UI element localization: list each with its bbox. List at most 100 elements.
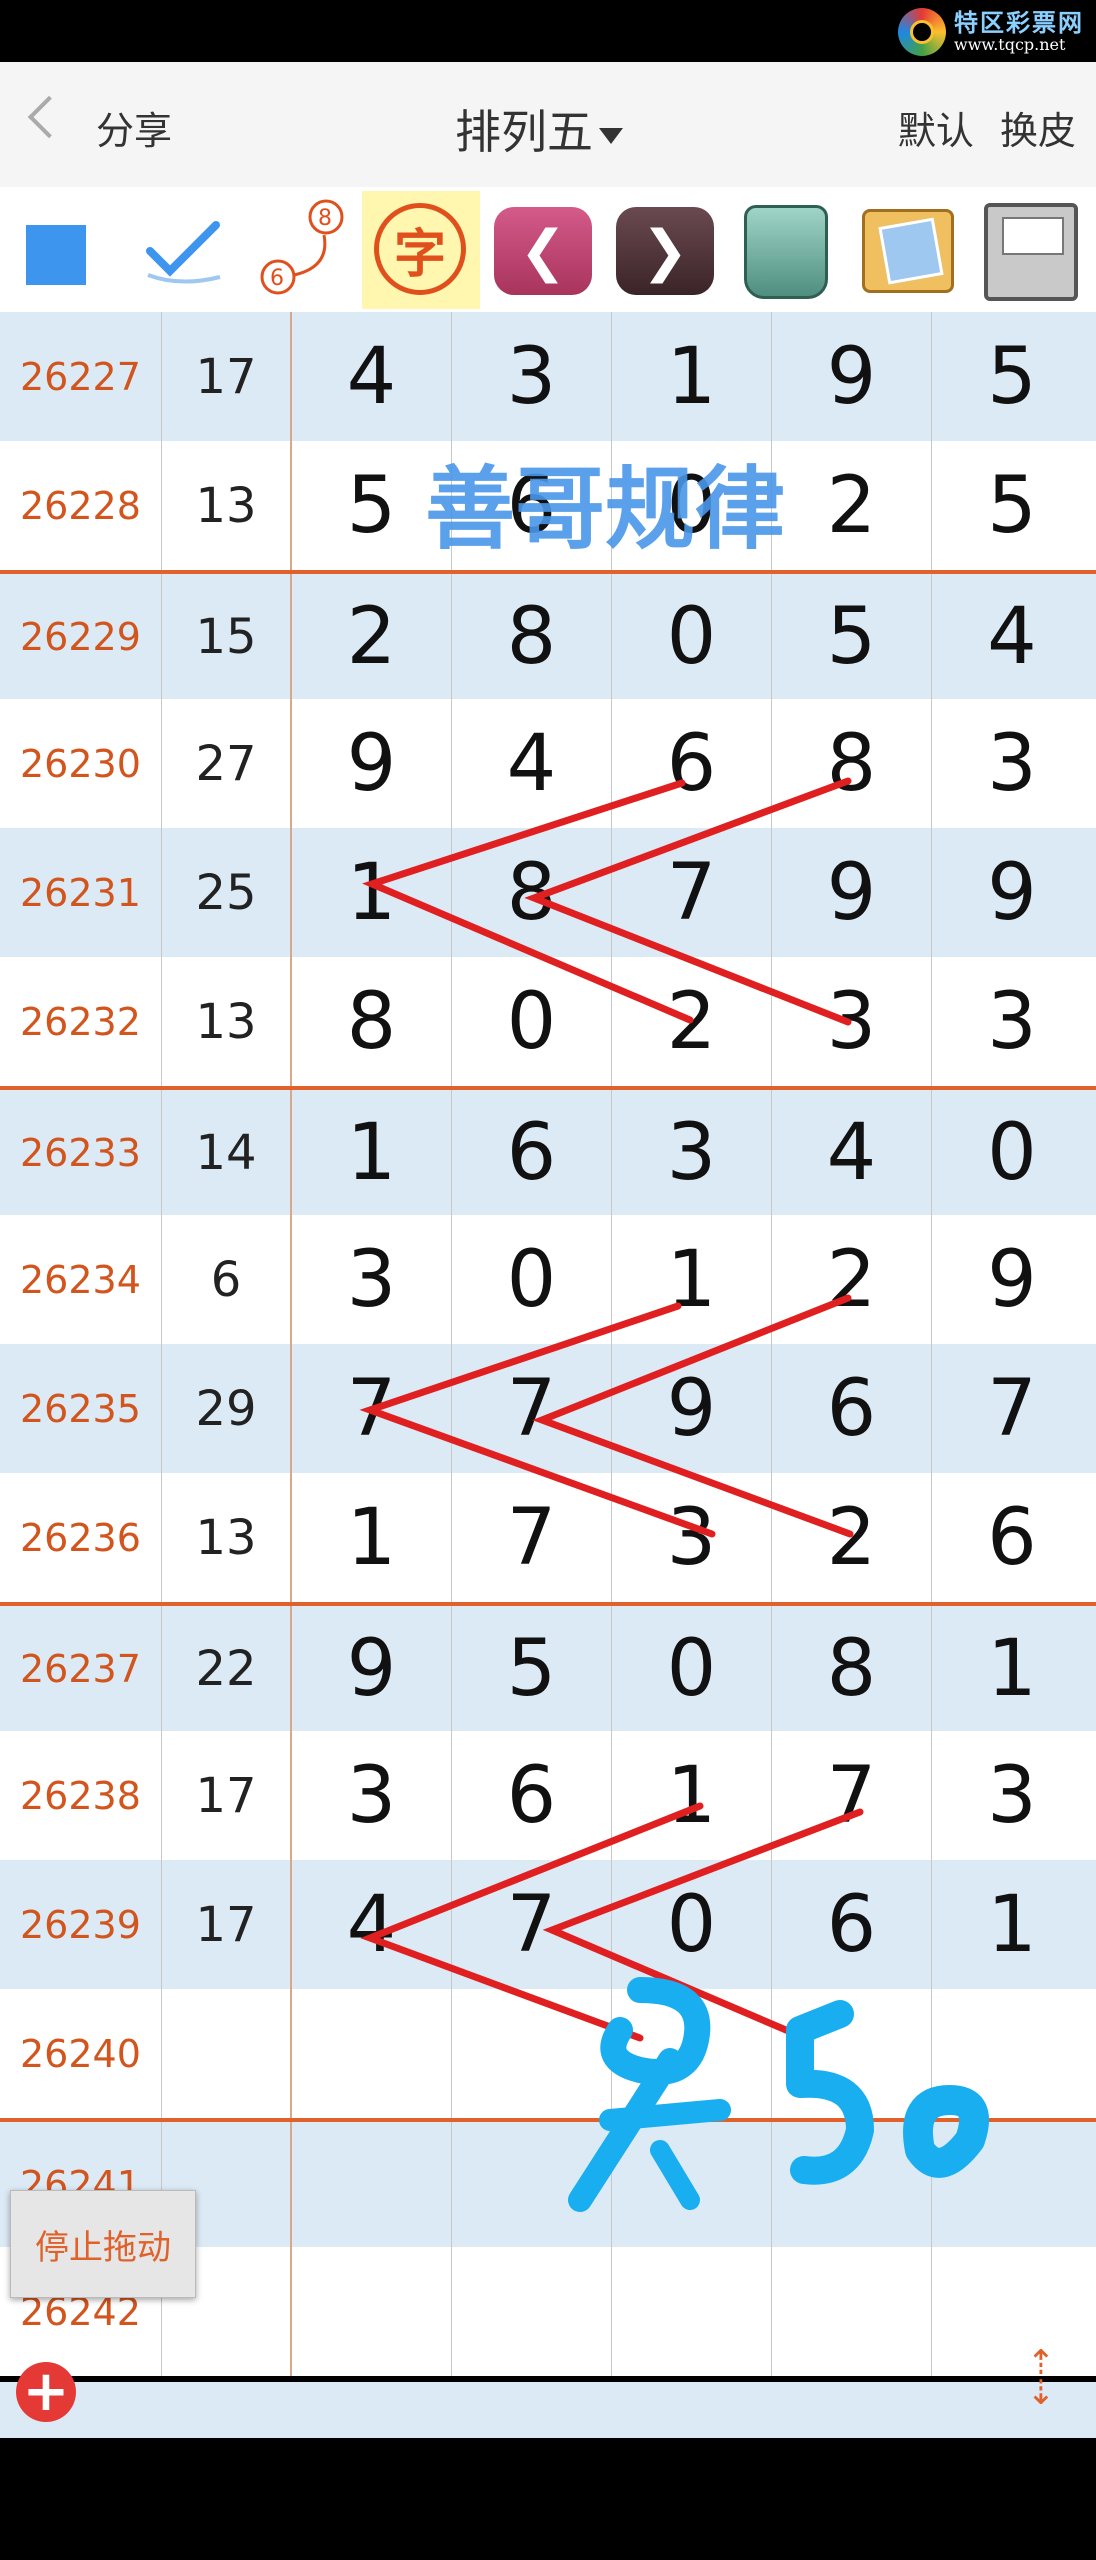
digit-cell[interactable]: 2 — [772, 441, 932, 570]
digit-cell[interactable] — [772, 2122, 932, 2247]
digit-cell[interactable]: 5 — [932, 441, 1092, 570]
digit-cell[interactable] — [772, 1989, 932, 2118]
digit-cell[interactable]: 2 — [772, 1215, 932, 1344]
skin-button[interactable]: 换皮 — [1000, 109, 1076, 153]
digit-cell[interactable]: 0 — [612, 1606, 772, 1731]
digit-cell[interactable]: 9 — [772, 828, 932, 957]
gallery-button[interactable] — [848, 191, 966, 309]
add-plus-icon[interactable]: + — [16, 2362, 76, 2422]
digit-cell[interactable]: 1 — [292, 828, 452, 957]
digit-cell[interactable]: 1 — [932, 1606, 1092, 1731]
table-row: 26232 13 8 0 2 3 3 — [0, 957, 1096, 1086]
sum-cell: 17 — [162, 1860, 292, 1989]
digit-cell[interactable]: 3 — [452, 312, 612, 441]
digit-cell[interactable]: 0 — [612, 441, 772, 570]
digit-cell[interactable]: 4 — [452, 699, 612, 828]
digit-cell[interactable]: 9 — [932, 1215, 1092, 1344]
redo-button[interactable]: ❯ — [606, 191, 724, 309]
digit-cell[interactable] — [612, 1989, 772, 2118]
digit-cell[interactable] — [932, 2122, 1092, 2247]
digit-cell[interactable]: 7 — [452, 1473, 612, 1602]
digit-cell[interactable]: 7 — [612, 828, 772, 957]
digit-cell[interactable]: 8 — [452, 574, 612, 699]
digit-cell[interactable]: 5 — [292, 441, 452, 570]
digit-cell[interactable] — [932, 1989, 1092, 2118]
digit-cell[interactable]: 4 — [292, 312, 452, 441]
digit-cell[interactable] — [612, 2247, 772, 2376]
digit-cell[interactable]: 9 — [292, 1606, 452, 1731]
digit-cell[interactable] — [452, 2247, 612, 2376]
digit-cell[interactable]: 6 — [452, 1731, 612, 1860]
digit-cell[interactable] — [612, 2122, 772, 2247]
digit-cell[interactable]: 6 — [772, 1344, 932, 1473]
digit-cell[interactable]: 6 — [772, 1860, 932, 1989]
text-tool[interactable]: 字 — [362, 191, 480, 309]
pen-tool[interactable] — [120, 191, 238, 309]
connect-tool[interactable]: 8 6 — [240, 191, 358, 309]
clear-button[interactable] — [726, 191, 844, 309]
digit-cell[interactable]: 6 — [932, 1473, 1092, 1602]
digit-cell[interactable]: 6 — [452, 1090, 612, 1215]
digit-cell[interactable]: 7 — [452, 1344, 612, 1473]
digit-cell[interactable]: 9 — [932, 828, 1092, 957]
digit-cell[interactable]: 7 — [772, 1731, 932, 1860]
digit-cell[interactable]: 2 — [772, 1473, 932, 1602]
digit-cell[interactable]: 1 — [292, 1473, 452, 1602]
digit-cell[interactable]: 2 — [292, 574, 452, 699]
digit-cell[interactable]: 3 — [932, 957, 1092, 1086]
undo-button[interactable]: ❮ — [484, 191, 602, 309]
default-button[interactable]: 默认 — [898, 109, 974, 153]
digit-cell[interactable] — [292, 1989, 452, 2118]
digit-cell[interactable] — [772, 2247, 932, 2376]
logo-url: www.tqcp.net — [954, 35, 1066, 55]
digit-cell[interactable] — [452, 2122, 612, 2247]
digit-cell[interactable]: 4 — [292, 1860, 452, 1989]
digit-cell[interactable]: 1 — [932, 1860, 1092, 1989]
digit-cell[interactable]: 3 — [292, 1215, 452, 1344]
digit-cell[interactable]: 7 — [292, 1344, 452, 1473]
save-button[interactable] — [970, 191, 1088, 309]
digit-cell[interactable]: 3 — [932, 699, 1092, 828]
digit-cell[interactable]: 1 — [292, 1090, 452, 1215]
digit-cell[interactable]: 5 — [772, 574, 932, 699]
digit-cell[interactable]: 6 — [612, 699, 772, 828]
color-square-tool[interactable] — [0, 191, 118, 309]
scroll-updown-icon[interactable]: ⇡ ⇣ — [1016, 2346, 1066, 2410]
digit-cell[interactable]: 0 — [452, 957, 612, 1086]
digit-cell[interactable]: 3 — [612, 1090, 772, 1215]
digit-cell[interactable]: 7 — [452, 1860, 612, 1989]
digit-cell[interactable]: 8 — [772, 1606, 932, 1731]
digit-cell[interactable]: 0 — [612, 1860, 772, 1989]
digit-cell[interactable]: 0 — [932, 1090, 1092, 1215]
stop-drag-button[interactable]: 停止拖动 — [10, 2190, 196, 2298]
digit-cell[interactable]: 9 — [772, 312, 932, 441]
digit-cell[interactable]: 0 — [452, 1215, 612, 1344]
digit-cell[interactable]: 9 — [292, 699, 452, 828]
digit-cell[interactable]: 3 — [772, 957, 932, 1086]
digit-cell[interactable]: 8 — [772, 699, 932, 828]
digit-cell[interactable]: 3 — [932, 1731, 1092, 1860]
share-button[interactable]: 分享 — [96, 100, 172, 155]
digit-cell[interactable]: 4 — [932, 574, 1092, 699]
digit-cell[interactable]: 6 — [452, 441, 612, 570]
digit-cell[interactable]: 7 — [932, 1344, 1092, 1473]
digit-cell[interactable]: 3 — [292, 1731, 452, 1860]
digit-cell[interactable]: 1 — [612, 312, 772, 441]
digit-cell[interactable] — [292, 2122, 452, 2247]
digit-cell[interactable]: 8 — [452, 828, 612, 957]
digit-cell[interactable]: 1 — [612, 1215, 772, 1344]
digit-cell[interactable]: 5 — [932, 312, 1092, 441]
digit-cell[interactable]: 2 — [612, 957, 772, 1086]
digit-cell[interactable] — [452, 1989, 612, 2118]
digit-cell[interactable] — [932, 2247, 1092, 2376]
digit-cell[interactable]: 4 — [772, 1090, 932, 1215]
digit-cell[interactable]: 5 — [452, 1606, 612, 1731]
digit-cell[interactable]: 0 — [612, 574, 772, 699]
digit-cell[interactable]: 3 — [612, 1473, 772, 1602]
lottery-type-dropdown[interactable]: 排列五 — [455, 96, 623, 162]
digit-cell[interactable]: 9 — [612, 1344, 772, 1473]
back-chevron-icon[interactable] — [27, 95, 71, 139]
digit-cell[interactable]: 1 — [612, 1731, 772, 1860]
digit-cell[interactable] — [292, 2247, 452, 2376]
digit-cell[interactable]: 8 — [292, 957, 452, 1086]
